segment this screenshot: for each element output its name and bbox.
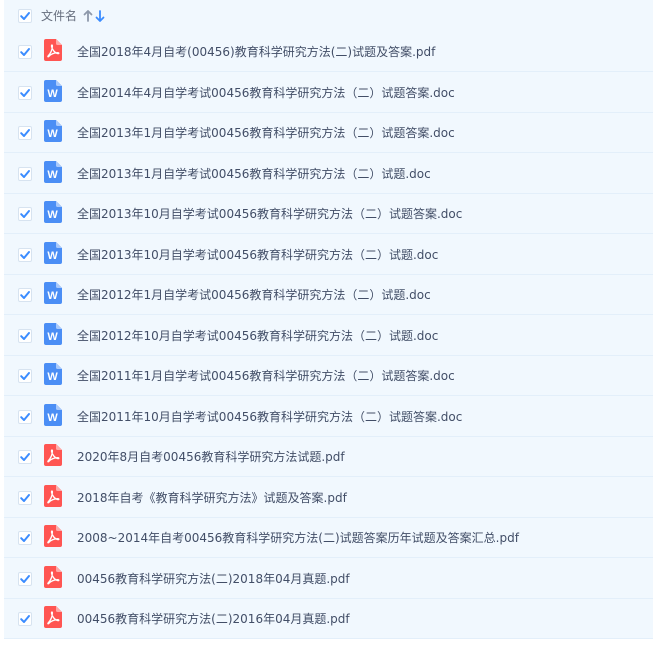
svg-text:W: W: [47, 412, 58, 424]
checkmark-icon: [20, 453, 30, 461]
file-checkbox[interactable]: [18, 450, 32, 464]
pdf-file-icon: [44, 39, 62, 61]
arrow-down-icon[interactable]: [95, 8, 105, 24]
checkmark-icon: [20, 169, 30, 178]
file-row[interactable]: 2018年自考《教育科学研究方法》试题及答案.pdf: [4, 478, 653, 518]
file-row[interactable]: W 全国2014年4月自学考试00456教育科学研究方法（二）试题答案.doc: [4, 73, 653, 113]
pdf-file-icon: [44, 484, 62, 507]
file-name[interactable]: 2018年自考《教育科学研究方法》试题及答案.pdf: [77, 490, 347, 506]
file-name[interactable]: 00456教育科学研究方法(二)2018年04月真题.pdf: [77, 571, 350, 587]
file-row[interactable]: W 全国2013年1月自学考试00456教育科学研究方法（二）试题.doc: [4, 154, 653, 194]
file-name[interactable]: 全国2018年4月自考(00456)教育科学研究方法(二)试题及答案.pdf: [77, 44, 435, 60]
arrow-up-icon[interactable]: [83, 8, 93, 24]
file-name[interactable]: 全国2013年10月自学考试00456教育科学研究方法（二）试题.doc: [77, 247, 438, 263]
file-name[interactable]: 全国2013年1月自学考试00456教育科学研究方法（二）试题.doc: [77, 166, 431, 182]
file-row[interactable]: W 全国2012年1月自学考试00456教育科学研究方法（二）试题.doc: [4, 275, 653, 315]
file-checkbox[interactable]: [18, 126, 32, 140]
svg-text:W: W: [47, 250, 58, 262]
svg-text:W: W: [47, 128, 58, 140]
word-doc-icon: W: [44, 79, 62, 102]
file-checkbox[interactable]: [18, 571, 32, 586]
checkmark-icon: [20, 129, 30, 137]
file-checkbox[interactable]: [18, 612, 32, 626]
file-name[interactable]: 全国2013年10月自学考试00456教育科学研究方法（二）试题答案.doc: [77, 206, 462, 222]
checkmark-icon: [20, 12, 30, 20]
checkmark-icon: [20, 412, 30, 421]
checkmark-icon: [20, 331, 30, 340]
svg-text:W: W: [47, 290, 58, 302]
file-list: 文件名 全国2018年4月自考(00456)教育科学研究方法(二)试题及答案.p…: [4, 0, 653, 639]
file-name[interactable]: 2008~2014年自考00456教育科学研究方法(二)试题答案历年试题及答案汇…: [77, 530, 519, 546]
word-doc-icon: W: [44, 160, 62, 183]
svg-text:W: W: [47, 209, 58, 221]
checkmark-icon: [20, 210, 30, 218]
file-name[interactable]: 全国2014年4月自学考试00456教育科学研究方法（二）试题答案.doc: [77, 85, 455, 101]
checkmark-icon: [20, 574, 30, 583]
file-name[interactable]: 全国2011年10月自学考试00456教育科学研究方法（二）试题答案.doc: [77, 409, 462, 425]
checkmark-icon: [20, 250, 30, 259]
file-row[interactable]: 2020年8月自考00456教育科学研究方法试题.pdf: [4, 437, 653, 477]
pdf-file-icon: [44, 444, 62, 466]
checkmark-icon: [20, 615, 30, 623]
file-row[interactable]: 全国2018年4月自考(00456)教育科学研究方法(二)试题及答案.pdf: [4, 32, 653, 72]
list-header: 文件名: [4, 0, 653, 32]
file-name[interactable]: 全国2012年1月自学考试00456教育科学研究方法（二）试题.doc: [77, 287, 431, 303]
file-row[interactable]: W 全国2013年10月自学考试00456教育科学研究方法（二）试题答案.doc: [4, 194, 653, 234]
word-doc-icon: W: [44, 241, 62, 264]
file-name[interactable]: 全国2011年1月自学考试00456教育科学研究方法（二）试题答案.doc: [77, 368, 455, 384]
file-name[interactable]: 全国2012年10月自学考试00456教育科学研究方法（二）试题.doc: [77, 328, 438, 344]
word-doc-icon: W: [44, 201, 62, 223]
file-name[interactable]: 2020年8月自考00456教育科学研究方法试题.pdf: [77, 449, 345, 465]
svg-text:W: W: [47, 88, 58, 100]
file-row[interactable]: W 全国2012年10月自学考试00456教育科学研究方法（二）试题.doc: [4, 316, 653, 356]
checkmark-icon: [20, 88, 30, 97]
word-doc-icon: W: [44, 282, 62, 304]
file-row[interactable]: 00456教育科学研究方法(二)2016年04月真题.pdf: [4, 599, 653, 639]
checkmark-icon: [20, 534, 30, 542]
file-checkbox[interactable]: [18, 531, 32, 545]
file-checkbox[interactable]: [18, 45, 32, 59]
file-checkbox[interactable]: [18, 247, 32, 262]
file-checkbox[interactable]: [18, 369, 32, 383]
checkmark-icon: [20, 372, 30, 380]
filename-column-header[interactable]: 文件名: [41, 8, 77, 24]
checkmark-icon: [20, 493, 30, 502]
file-checkbox[interactable]: [18, 328, 32, 343]
word-doc-icon: W: [44, 322, 62, 345]
file-row[interactable]: W 全国2013年1月自学考试00456教育科学研究方法（二）试题答案.doc: [4, 113, 653, 153]
file-row[interactable]: 00456教育科学研究方法(二)2018年04月真题.pdf: [4, 559, 653, 599]
select-all-checkbox[interactable]: [18, 9, 32, 23]
word-doc-icon: W: [44, 363, 62, 385]
word-doc-icon: W: [44, 120, 62, 142]
svg-text:W: W: [47, 371, 58, 383]
file-name[interactable]: 00456教育科学研究方法(二)2016年04月真题.pdf: [77, 611, 350, 627]
svg-text:W: W: [47, 331, 58, 343]
file-row[interactable]: W 全国2011年1月自学考试00456教育科学研究方法（二）试题答案.doc: [4, 356, 653, 396]
checkmark-icon: [20, 48, 30, 56]
file-checkbox[interactable]: [18, 207, 32, 221]
file-checkbox[interactable]: [18, 409, 32, 424]
svg-text:W: W: [47, 169, 58, 181]
file-checkbox[interactable]: [18, 166, 32, 181]
word-doc-icon: W: [44, 403, 62, 426]
pdf-file-icon: [44, 525, 62, 547]
checkmark-icon: [20, 291, 30, 299]
file-name[interactable]: 全国2013年1月自学考试00456教育科学研究方法（二）试题答案.doc: [77, 125, 455, 141]
file-checkbox[interactable]: [18, 85, 32, 100]
file-row[interactable]: 2008~2014年自考00456教育科学研究方法(二)试题答案历年试题及答案汇…: [4, 518, 653, 558]
file-checkbox[interactable]: [18, 490, 32, 505]
pdf-file-icon: [44, 606, 62, 628]
file-checkbox[interactable]: [18, 288, 32, 302]
file-row[interactable]: W 全国2013年10月自学考试00456教育科学研究方法（二）试题.doc: [4, 235, 653, 275]
pdf-file-icon: [44, 565, 62, 588]
file-row[interactable]: W 全国2011年10月自学考试00456教育科学研究方法（二）试题答案.doc: [4, 397, 653, 437]
